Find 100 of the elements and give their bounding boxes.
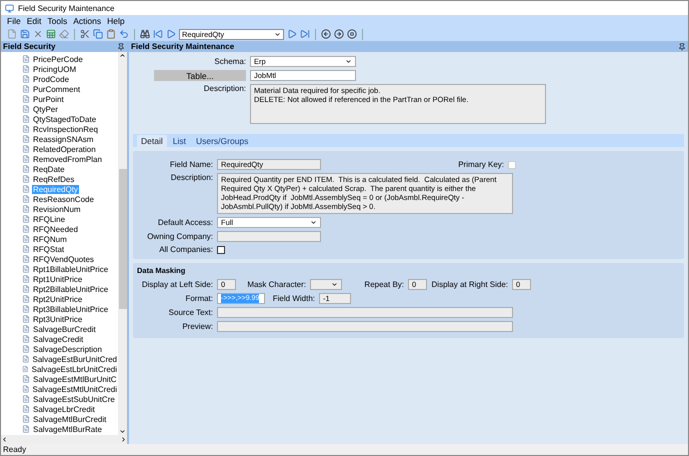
field-icon [22,155,30,163]
tree-item[interactable]: SalvageEstMtlUnitCredi [32,384,118,394]
checkbox[interactable] [217,246,225,254]
tree-item[interactable]: SalvageEstBurUnitCred [32,354,118,364]
tree-item[interactable]: RFQStat [32,244,66,254]
field-label: Field Name: [168,160,213,169]
delete-icon[interactable] [33,29,43,39]
tree-item[interactable]: RFQVendQuotes [32,254,95,264]
stop-icon[interactable] [347,29,357,39]
field-icon [22,225,30,233]
field-label: All Companies: [158,245,213,254]
field-icon [22,85,30,93]
field-icon [22,375,30,383]
new-file-icon[interactable] [7,29,17,39]
tab[interactable]: Detail [137,135,167,147]
next-record-icon[interactable] [287,29,297,39]
panel-title: Field Security Maintenance [131,42,234,51]
tree-item[interactable]: RFQNum [32,234,68,244]
field-label: Source Text: [168,308,213,317]
dropdown-icon [274,30,281,38]
table-button[interactable]: Table... [154,70,246,81]
tree-item[interactable]: Rpt1UnitPrice [32,274,84,284]
tree-item[interactable]: RFQNeeded [32,224,79,234]
field-label: Owning Company: [146,232,213,241]
tree-item[interactable]: RelatedOperation [32,144,97,154]
tree-item[interactable]: PricePerCode [32,54,84,64]
tree-item[interactable]: RevisionNum [32,204,82,214]
menu-item[interactable]: Tools [47,16,68,26]
app-icon [5,4,14,12]
menu-item[interactable]: File [7,16,21,26]
previous-record-icon[interactable] [166,29,176,39]
tree-item[interactable]: PurPoint [32,94,65,104]
paste-icon[interactable] [106,29,116,39]
tree-item[interactable]: Rpt2UnitPrice [32,294,84,304]
pin-icon[interactable] [117,42,125,50]
tree-item[interactable]: QtyPer [32,104,59,114]
field-icon [22,135,30,143]
field-icon [22,215,30,223]
tree-item[interactable]: Rpt1BillableUnitPrice [32,264,110,274]
field-icon [22,65,30,73]
field-icon [22,315,30,323]
tree-item[interactable]: SalvageBurCredit [32,324,97,334]
tree-item[interactable]: RcvInspectionReq [32,124,99,134]
tree-item[interactable]: SalvageEstLbrUnitCredi [30,364,118,374]
spreadsheet-icon[interactable] [46,29,56,39]
last-record-icon[interactable] [300,29,310,39]
field-icon [22,405,30,413]
tree-item[interactable]: RFQLine [32,214,66,224]
window-title: Field Security Maintenance [18,4,114,12]
tree-item[interactable]: RemovedFromPlan [32,154,103,164]
tree-item[interactable]: SalvageMtlBurRate [32,424,103,434]
copy-icon[interactable] [93,29,103,39]
undo-icon[interactable] [119,29,129,39]
back-icon[interactable] [321,29,331,39]
pin-icon[interactable] [678,42,686,50]
field-icon [22,415,30,423]
tree-item[interactable]: ReqDate [32,164,66,174]
tree-item[interactable]: SalvageCredit [32,334,84,344]
scroll-left-icon [1,436,8,443]
tree-item[interactable]: SalvageDescription [32,344,103,354]
tree-item[interactable]: SalvageEstMtlBurUnitC [32,374,118,384]
menu-item[interactable]: Help [107,16,125,26]
field-icon [22,265,30,273]
field-icon [22,295,30,303]
field-icon [22,75,30,83]
tree-item[interactable]: SalvageMtlBurCredit [32,414,108,424]
tab[interactable]: Users/Groups [192,135,252,147]
tree-item[interactable]: SalvageEstSubUnitCre [32,394,116,404]
field-icon [22,275,30,283]
binoculars-icon[interactable] [140,29,150,39]
field-icon [22,385,30,393]
tree-item[interactable]: Rpt3BillableUnitPrice [32,304,110,314]
save-icon[interactable] [20,29,30,39]
tree-item[interactable]: PurComment [32,84,82,94]
field-label: Repeat By: [363,280,404,289]
tree-item[interactable]: ReassignSNAsm [32,134,94,144]
field-icon [22,95,30,103]
tree-item[interactable]: Rpt2BillableUnitPrice [32,284,110,294]
field-icon [22,395,30,403]
field-icon [22,305,30,313]
mask-character-dropdown[interactable] [310,279,342,290]
tree-item[interactable]: ReqRefDes [32,174,76,184]
horizontal-scrollbar[interactable] [1,435,127,444]
field-icon [22,425,30,433]
tree-item[interactable]: Rpt3UnitPrice [32,314,84,324]
vertical-scrollbar[interactable] [118,52,127,435]
tree-item[interactable]: ProdCode [32,74,70,84]
field-label: Schema: [213,57,246,66]
menu-item[interactable]: Edit [26,16,42,26]
tree-item[interactable]: ResReasonCode [32,194,95,204]
tree-item[interactable]: QtyStagedToDate [32,114,98,124]
cut-icon[interactable] [80,29,90,39]
tab[interactable]: List [168,135,190,147]
eraser-icon[interactable] [59,29,69,39]
tree-item[interactable]: PricingUOM [32,64,78,74]
first-record-icon[interactable] [153,29,163,39]
forward-icon[interactable] [334,29,344,39]
field-icon [22,365,29,373]
tree-item[interactable]: SalvageLbrCredit [32,404,96,414]
menu-item[interactable]: Actions [73,16,102,26]
